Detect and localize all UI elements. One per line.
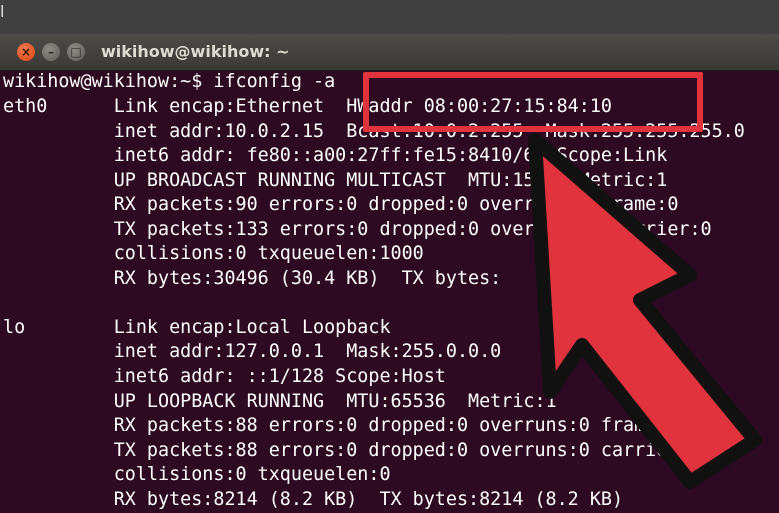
terminal-line-prompt: wikihow@wikihow:~$ ifconfig -a [3,71,336,92]
terminal-line: inet6 addr: fe80::a00:27ff:fe15:8410/64 … [3,145,668,166]
terminal-line: TX packets:133 errors:0 dropped:0 overru… [3,219,712,240]
terminal-line: UP LOOPBACK RUNNING MTU:65536 Metric:1 [3,391,557,412]
terminal-line: lo Link encap:Local Loopback [3,317,391,338]
terminal-line: UP BROADCAST RUNNING MULTICAST MTU:1500 … [3,170,668,191]
window-titlebar[interactable]: × – □ wikihow@wikihow: ~ [0,34,779,71]
minimize-window-button[interactable]: – [42,43,60,61]
top-strip: l [0,0,779,34]
top-strip-label: l [0,2,5,21]
terminal-line: RX packets:90 errors:0 dropped:0 overrun… [3,194,679,215]
terminal-line: inet addr:127.0.0.1 Mask:255.0.0.0 [3,341,502,362]
terminal-line: inet6 addr: ::1/128 Scope:Host [3,366,446,387]
window-title: wikihow@wikihow: ~ [101,42,290,61]
terminal-line: collisions:0 txqueuelen:1000 [3,243,424,264]
hwaddr-highlight-box [363,72,703,132]
minimize-icon: – [48,45,54,59]
close-window-button[interactable]: × [17,43,35,61]
terminal-line: RX bytes:8214 (8.2 KB) TX bytes:8214 (8.… [3,489,624,510]
terminal-line: RX bytes:30496 (30.4 KB) TX bytes: [3,268,502,289]
close-icon: × [20,45,32,59]
maximize-icon: □ [70,45,82,59]
terminal-line: TX packets:88 errors:0 dropped:0 overrun… [3,440,701,461]
terminal-line: RX packets:88 errors:0 dropped:0 overrun… [3,415,679,436]
terminal-line: collisions:0 txqueuelen:0 [3,464,391,485]
terminal-output[interactable]: wikihow@wikihow:~$ ifconfig -a eth0 Link… [0,70,779,513]
maximize-window-button[interactable]: □ [67,43,85,61]
